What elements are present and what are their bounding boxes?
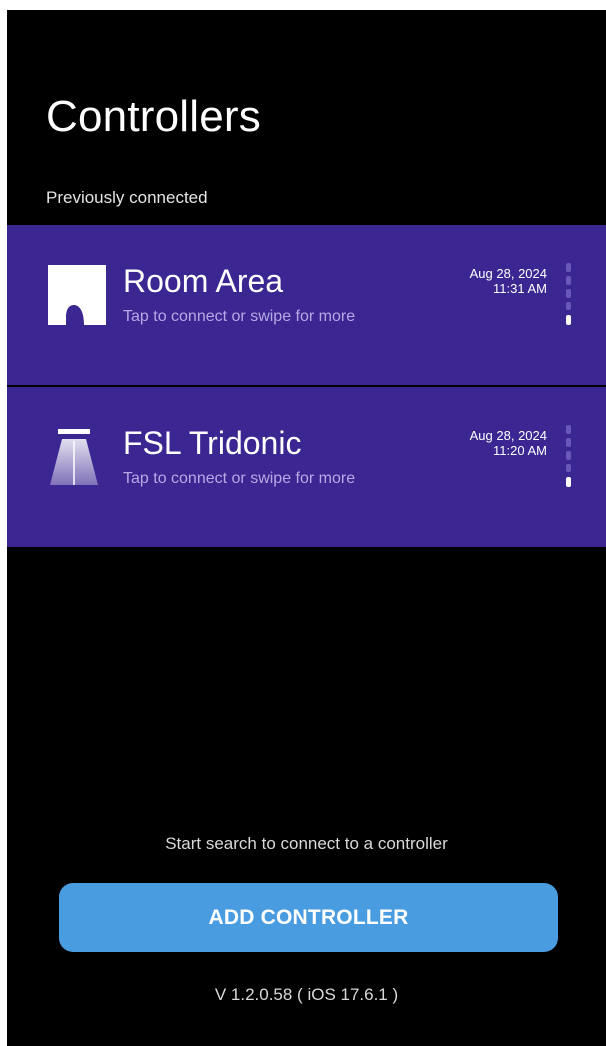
last-connected-date: Aug 28, 2024	[469, 266, 547, 281]
controller-hint: Tap to connect or swipe for more	[123, 308, 356, 325]
last-connected-time: 11:20 AM	[493, 443, 547, 458]
swipe-indicator-icon	[566, 263, 571, 325]
page-title: Controllers	[46, 92, 261, 141]
last-connected-timestamp: Aug 28, 2024 11:31 AM	[470, 266, 547, 296]
add-controller-button[interactable]: ADD CONTROLLER	[59, 883, 558, 952]
controller-card-room-area[interactable]: Room Area Tap to connect or swipe for mo…	[7, 225, 606, 385]
ceiling-light-icon	[50, 429, 98, 485]
app-screen: Controllers Previously connected Room Ar…	[7, 10, 606, 1046]
swipe-indicator-icon	[566, 425, 571, 487]
controller-hint: Tap to connect or swipe for more	[123, 470, 356, 487]
last-connected-time: 11:31 AM	[493, 281, 547, 296]
controller-card-fsl-tridonic[interactable]: FSL Tridonic Tap to connect or swipe for…	[7, 387, 606, 547]
last-connected-timestamp: Aug 28, 2024 11:20 AM	[470, 428, 547, 458]
room-area-icon	[48, 265, 106, 325]
search-hint: Start search to connect to a controller	[165, 834, 448, 853]
last-connected-date: Aug 28, 2024	[469, 428, 547, 443]
controller-name: Room Area	[123, 263, 284, 299]
section-label-previously-connected: Previously connected	[46, 188, 208, 207]
version-label: V 1.2.0.58 ( iOS 17.6.1 )	[214, 985, 399, 1004]
controller-list: Room Area Tap to connect or swipe for mo…	[7, 225, 606, 547]
controller-name: FSL Tridonic	[123, 425, 302, 461]
